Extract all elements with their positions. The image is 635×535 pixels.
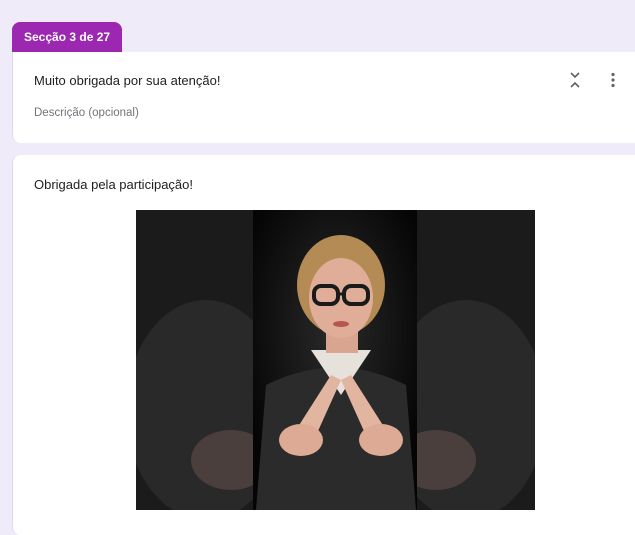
collapse-section-button[interactable]: [563, 68, 587, 92]
video-person-image: [136, 210, 535, 510]
section-title[interactable]: Muito obrigada por sua atenção!: [34, 73, 220, 88]
section-tab: Secção 3 de 27: [12, 22, 123, 53]
collapse-vertical-icon: [570, 72, 580, 88]
video-item-title[interactable]: Obrigada pela participação!: [34, 177, 193, 192]
more-options-button[interactable]: [601, 68, 625, 92]
section-header-card[interactable]: Muito obrigada por sua atenção! Descriçã…: [12, 52, 635, 143]
more-vert-icon: [611, 72, 615, 88]
section-description-field[interactable]: Descrição (opcional): [34, 107, 139, 119]
video-thumbnail[interactable]: [136, 210, 535, 510]
video-item-card[interactable]: Obrigada pela participação!: [12, 155, 635, 535]
